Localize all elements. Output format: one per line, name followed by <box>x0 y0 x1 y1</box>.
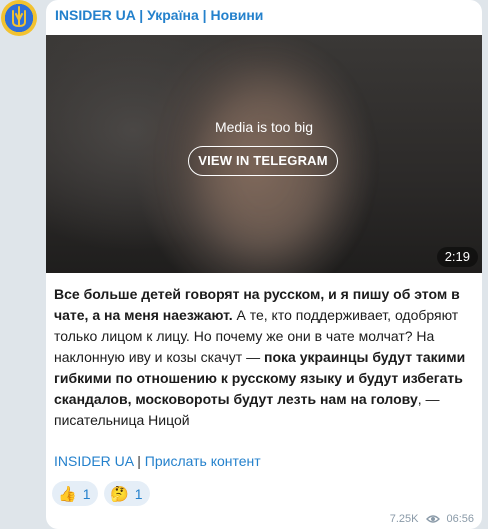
video-preview[interactable]: Media is too big VIEW IN TELEGRAM 2:19 <box>46 35 482 273</box>
link-separator: | <box>137 453 141 469</box>
media-too-big-notice: Media is too big <box>214 119 314 135</box>
thinking-face-icon: 🤔 <box>110 485 129 503</box>
eye-icon <box>426 515 441 523</box>
message-time: 06:56 <box>446 513 474 525</box>
reaction-count: 1 <box>134 485 143 502</box>
thumbs-up-icon: 👍 <box>58 485 77 503</box>
message-bubble: INSIDER UA | Україна | Новини Media is t… <box>46 0 482 529</box>
trident-emblem-icon <box>12 6 26 28</box>
video-duration: 2:19 <box>436 247 478 267</box>
submit-content-link[interactable]: Прислать контент <box>145 453 261 469</box>
view-count: 7.25K <box>389 513 419 525</box>
reaction-thinking[interactable]: 🤔 1 <box>104 481 151 506</box>
channel-link[interactable]: INSIDER UA <box>54 453 133 469</box>
message-meta: 7.25K 06:56 <box>390 513 474 525</box>
channel-name[interactable]: INSIDER UA | Україна | Новини <box>55 7 263 23</box>
view-in-telegram-button[interactable]: VIEW IN TELEGRAM <box>188 146 338 176</box>
channel-avatar[interactable] <box>1 0 37 36</box>
message-text: Все больше детей говорят на русском, и я… <box>54 284 476 431</box>
reaction-thumbs-up[interactable]: 👍 1 <box>52 481 99 506</box>
reaction-count: 1 <box>82 485 91 502</box>
footer-links: INSIDER UA | Прислать контент <box>54 453 261 469</box>
